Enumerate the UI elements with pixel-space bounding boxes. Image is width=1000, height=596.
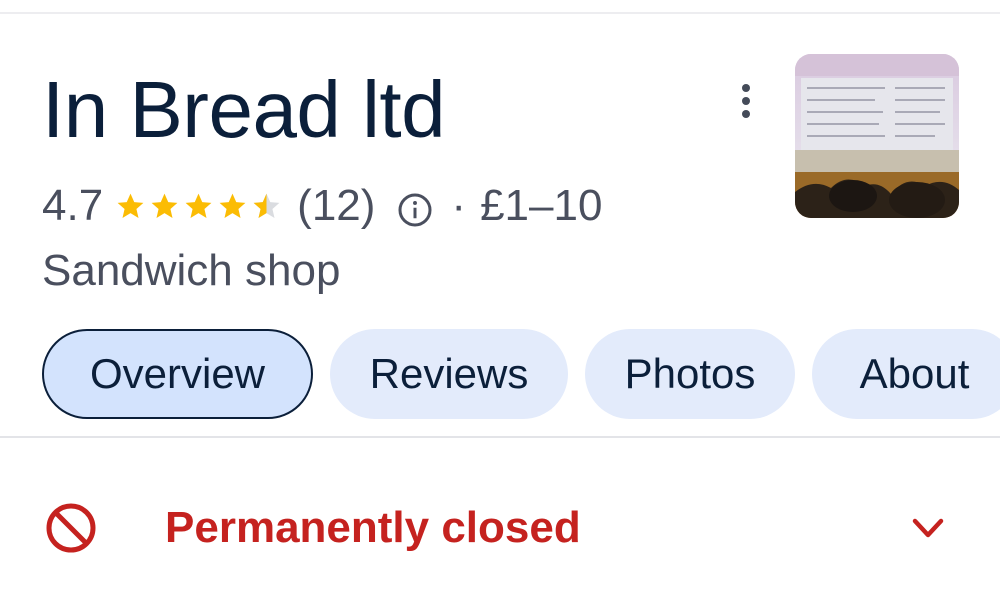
tab-overview[interactable]: Overview <box>42 329 313 419</box>
place-title: In Bread ltd <box>42 65 446 154</box>
star-icon <box>219 193 246 218</box>
block-icon <box>46 503 96 553</box>
tab-photos[interactable]: Photos <box>585 329 795 419</box>
top-divider <box>0 12 1000 14</box>
rating-stars[interactable] <box>115 191 285 222</box>
tab-bar: Overview Reviews Photos About <box>42 329 1000 419</box>
separator-dot: · <box>451 181 467 230</box>
place-photo-thumbnail[interactable] <box>795 54 959 218</box>
tab-about[interactable]: About <box>812 329 1000 419</box>
place-category[interactable]: Sandwich shop <box>42 245 340 297</box>
chevron-down-icon[interactable] <box>906 508 950 548</box>
review-count[interactable]: (12) <box>297 181 375 231</box>
rating-value: 4.7 <box>42 181 104 230</box>
star-icon <box>117 193 144 218</box>
star-icon <box>185 193 212 218</box>
more-options-icon[interactable] <box>724 76 768 126</box>
place-panel: In Bread ltd 4.7 (12) · £1–10 Sandwich s… <box>0 0 1000 596</box>
tab-reviews[interactable]: Reviews <box>330 329 568 419</box>
star-half-icon <box>253 193 280 218</box>
star-icon <box>151 193 178 218</box>
status-permanently-closed[interactable]: Permanently closed <box>165 502 581 554</box>
section-divider <box>0 436 1000 438</box>
info-icon[interactable] <box>397 192 433 228</box>
price-range: £1–10 <box>480 181 603 230</box>
rating-row: 4.7 (12) · £1–10 <box>42 180 602 232</box>
